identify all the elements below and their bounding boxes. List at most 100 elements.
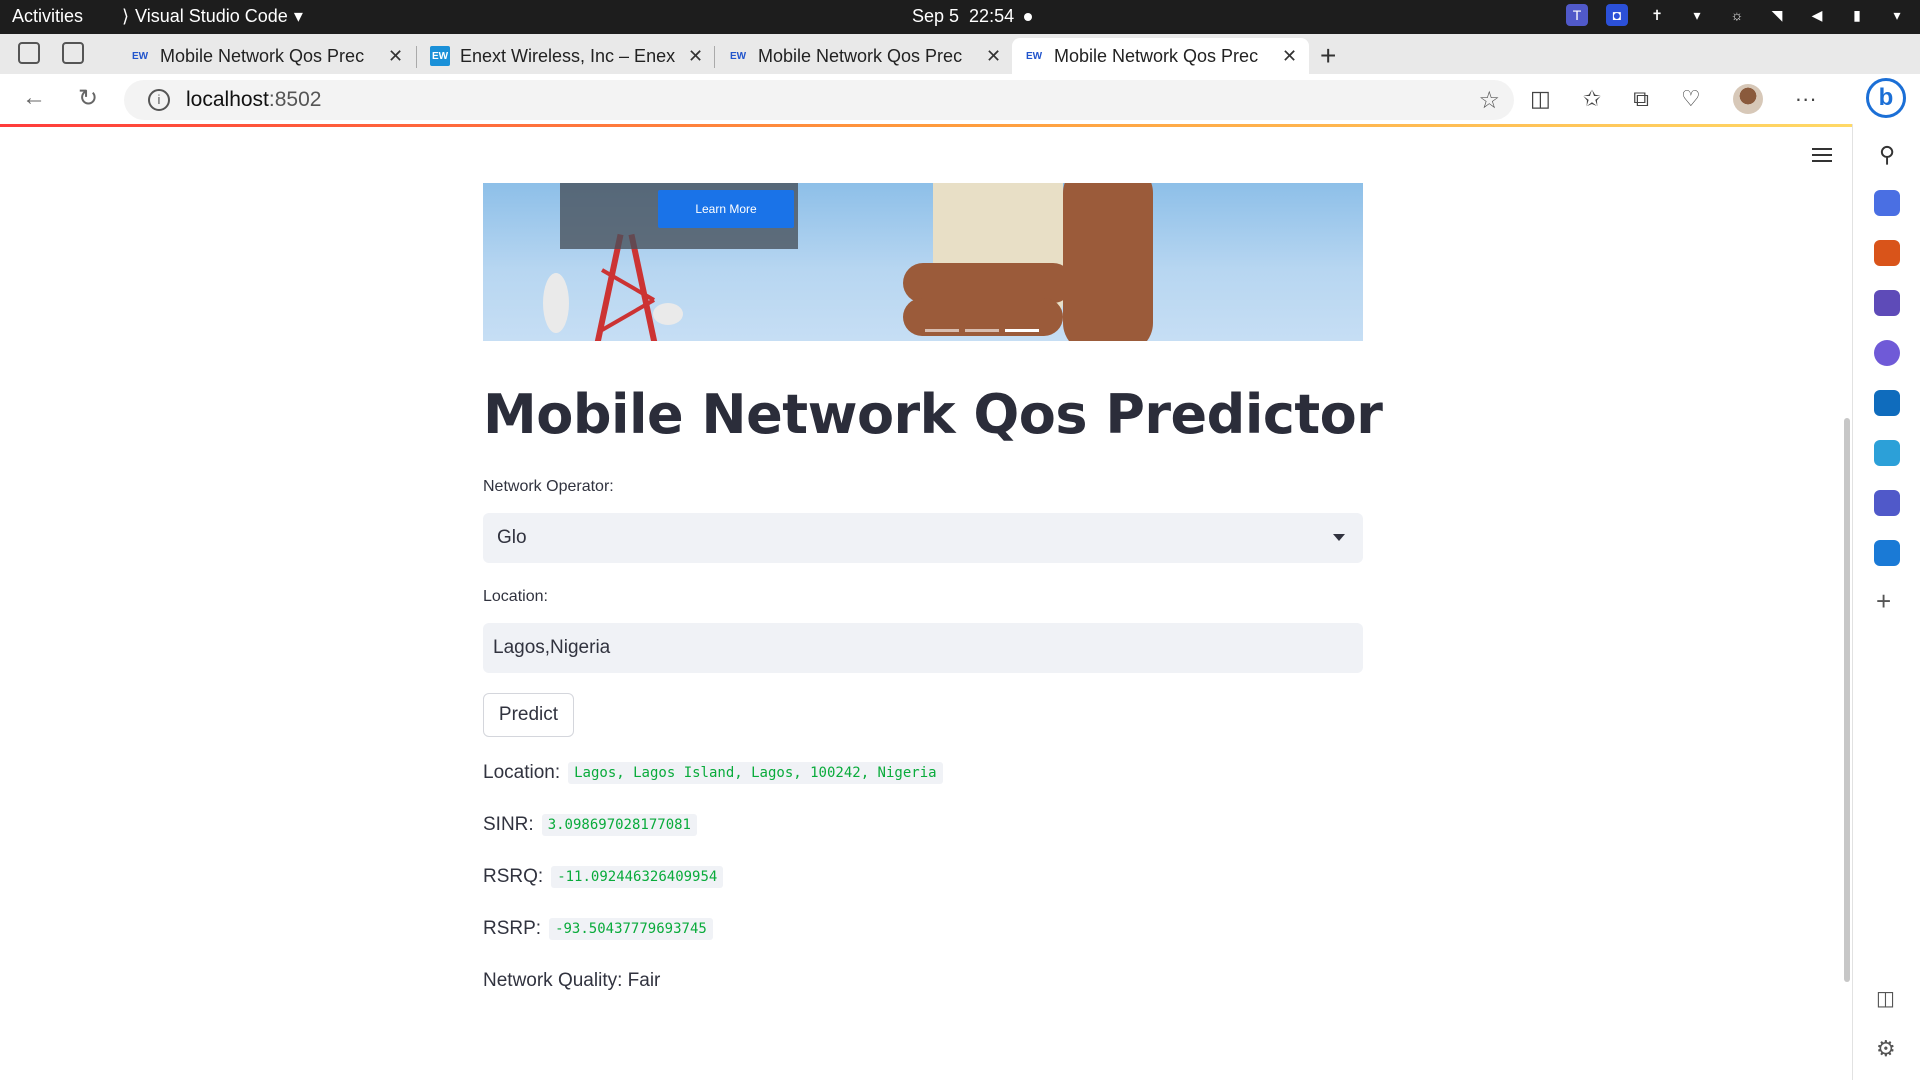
outlook-icon[interactable] [1874,390,1900,416]
tab-actions-icon[interactable] [62,42,84,64]
new-tab-icon[interactable]: + [1320,40,1336,72]
result-sinr-value: 3.098697028177081 [541,814,697,836]
page-title: Mobile Network Qos Predictor [483,383,1383,446]
collections-icon[interactable]: ⧉ [1633,86,1649,112]
result-location-label: Location: [483,762,561,783]
chevron-down-icon [1333,534,1345,541]
activities-button[interactable]: Activities [12,6,83,27]
profile-avatar[interactable] [1732,84,1763,114]
app-name: Visual Studio Code [135,6,288,26]
site-info-icon[interactable]: i [148,89,170,111]
carousel-dot-active[interactable] [1005,329,1039,332]
address-bar[interactable]: i localhost:8502 ☆ [124,80,1514,120]
date: Sep 5 [912,6,960,26]
accessibility-icon[interactable]: ✝ [1646,4,1668,26]
bing-copilot-icon[interactable]: b [1866,78,1906,118]
result-rsrp-row: RSRP: -93.50437779693745 [483,918,713,940]
tab-qos-active[interactable]: EW Mobile Network Qos Prec ✕ [1012,38,1310,74]
refresh-icon[interactable]: ↻ [78,84,98,113]
network-operator-label: Network Operator: [483,478,614,495]
tab-qos-2[interactable]: EW Mobile Network Qos Prec ✕ [716,38,1013,74]
network-operator-value: Glo [497,527,527,548]
split-screen-icon[interactable]: ◫ [1530,86,1551,112]
workspaces-icon[interactable] [18,42,40,64]
office-icon[interactable] [1874,340,1900,366]
tools-icon[interactable] [1874,240,1900,266]
volume-icon[interactable]: ◀ [1806,4,1828,26]
browser-tab-strip: EW Mobile Network Qos Prec ✕ EW Enext Wi… [0,34,1920,74]
wifi-icon[interactable]: ◥ [1766,4,1788,26]
ew-favicon-icon: EW [430,46,450,66]
battery-icon[interactable]: ▮ [1846,4,1868,26]
shopping-tag-icon[interactable] [1874,190,1900,216]
browser-toolbar: ◫ ✩ ⧉ ♡ ··· [1530,84,1817,114]
edge-sidebar: ⚲ + ◫ ⚙ [1852,124,1920,1080]
teams-tray-icon[interactable]: T [1566,4,1588,26]
clock[interactable]: Sep 5 22:54 [912,6,1033,27]
system-top-bar: Activities ⟩ Visual Studio Code ▾ Sep 5 … [0,0,1920,34]
predict-button[interactable]: Predict [483,693,574,737]
close-icon[interactable]: ✕ [986,46,1001,67]
time: 22:54 [969,6,1015,26]
teams-icon[interactable] [1874,490,1900,516]
chevron-down-icon[interactable]: ▾ [1886,4,1908,26]
result-location-value: Lagos, Lagos Island, Lagos, 100242, Nige… [568,762,943,784]
tab-enext-wireless[interactable]: EW Enext Wireless, Inc – Enex ✕ [418,38,715,74]
carousel-dot[interactable] [965,329,999,332]
carousel-indicators [925,329,1039,332]
tab-separator [416,46,417,68]
page-scrollbar[interactable] [1844,418,1850,982]
send-icon[interactable] [1874,440,1900,466]
hero-banner-image: Learn More [483,183,1363,341]
url-text[interactable]: localhost:8502 [186,88,321,112]
close-icon[interactable]: ✕ [388,46,403,67]
chevron-down-icon[interactable]: ▾ [1686,4,1708,26]
result-rsrp-value: -93.50437779693745 [549,918,713,940]
brightness-icon[interactable]: ☼ [1726,4,1748,26]
sidebar-settings-gear-icon[interactable]: ⚙ [1876,1036,1896,1062]
tab-title: Mobile Network Qos Prec [160,45,365,66]
app-menu[interactable]: ⟩ Visual Studio Code ▾ [122,6,303,27]
ew-favicon-icon: EW [729,50,747,62]
tab-separator [714,46,715,68]
close-icon[interactable]: ✕ [1282,46,1297,67]
tab-qos-1[interactable]: EW Mobile Network Qos Prec ✕ [118,38,415,74]
yammer-icon[interactable] [1874,540,1900,566]
vscode-icon: ⟩ [122,6,130,26]
notification-dot-icon [1024,12,1033,21]
banner-caption-panel: Learn More [560,183,798,249]
network-quality-result: Network Quality: Fair [483,970,661,991]
search-icon[interactable]: ⚲ [1874,142,1900,168]
main-menu-hamburger-icon[interactable] [1812,148,1832,166]
tab-title: Mobile Network Qos Prec [758,45,963,66]
location-label: Location: [483,588,548,605]
result-rsrq-value: -11.092446326409954 [551,866,724,888]
result-location-row: Location: Lagos, Lagos Island, Lagos, 10… [483,762,943,784]
app-tray-icon[interactable]: ◘ [1606,4,1628,26]
back-icon[interactable]: ← [22,84,46,112]
favorite-star-icon[interactable]: ☆ [1478,86,1500,115]
favorites-icon[interactable]: ✩ [1583,86,1601,112]
close-icon[interactable]: ✕ [688,46,703,67]
network-operator-select[interactable]: Glo [483,513,1363,563]
hide-sidebar-icon[interactable]: ◫ [1876,986,1895,1011]
more-options-icon[interactable]: ··· [1795,86,1817,112]
system-tray: T ◘ ✝ ▾ ☼ ◥ ◀ ▮ ▾ [1566,4,1908,26]
games-icon[interactable] [1874,290,1900,316]
result-sinr-label: SINR: [483,814,534,835]
learn-more-button[interactable]: Learn More [658,190,794,228]
result-rsrq-row: RSRQ: -11.092446326409954 [483,866,724,888]
ew-favicon-icon: EW [1025,50,1043,62]
result-rsrp-label: RSRP: [483,918,542,939]
location-input-value: Lagos,Nigeria [493,637,611,658]
chevron-down-icon: ▾ [293,6,303,26]
location-input[interactable]: Lagos,Nigeria [483,623,1363,673]
add-sidebar-app-icon[interactable]: + [1876,586,1891,617]
page-load-progress-bar [0,124,1852,127]
ew-favicon-icon: EW [131,50,149,62]
url-port: :8502 [268,88,322,111]
browser-essentials-icon[interactable]: ♡ [1681,86,1701,112]
browser-nav-bar: ← ↻ i localhost:8502 ☆ ◫ ✩ ⧉ ♡ ··· b [0,74,1920,124]
carousel-dot[interactable] [925,329,959,332]
tab-title: Mobile Network Qos Prec [1054,45,1259,66]
